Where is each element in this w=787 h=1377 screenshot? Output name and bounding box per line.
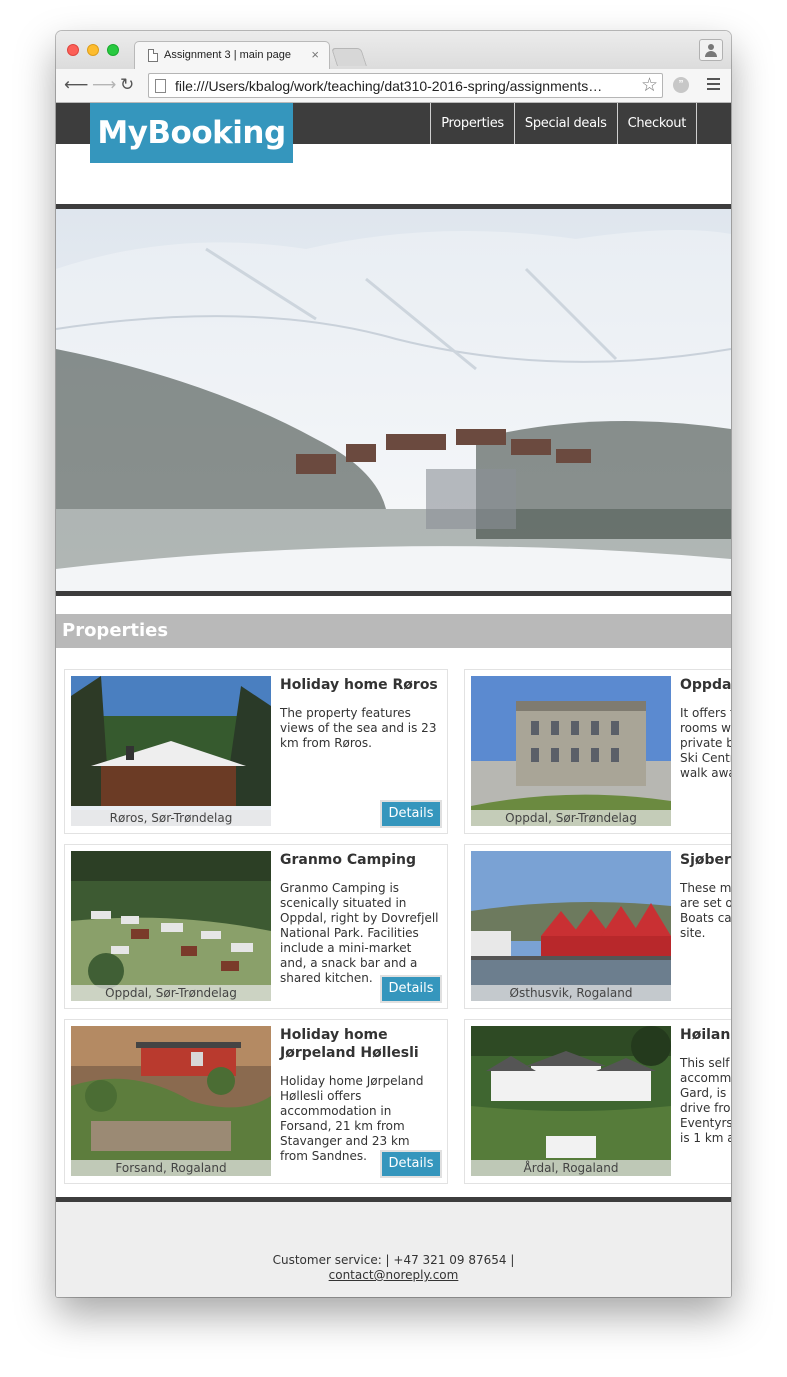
close-window-button[interactable] bbox=[67, 44, 79, 56]
property-image: Østhusvik, Rogaland bbox=[471, 851, 671, 1001]
title-bar: Assignment 3 | main page × bbox=[56, 31, 731, 69]
property-image: Oppdal, Sør-Trøndelag bbox=[71, 851, 271, 1001]
menu-icon[interactable] bbox=[707, 78, 720, 91]
site-header: MyBooking Properties Special deals Check… bbox=[56, 103, 731, 163]
details-button[interactable]: Details bbox=[380, 975, 442, 1003]
property-image: Røros, Sør-Trøndelag bbox=[71, 676, 271, 826]
url-text[interactable]: file:///Users/kbalog/work/teaching/dat31… bbox=[175, 78, 635, 94]
property-image: Oppdal, Sør-Trøndelag bbox=[471, 676, 671, 826]
property-description: These m are set o Boats ca site. bbox=[680, 881, 731, 940]
property-name[interactable]: Sjøberg bbox=[680, 851, 731, 869]
property-name[interactable]: Granmo Camping bbox=[280, 851, 440, 869]
page-icon bbox=[155, 79, 166, 93]
document-icon bbox=[148, 49, 158, 62]
property-image: Årdal, Rogaland bbox=[471, 1026, 671, 1176]
property-card[interactable]: Oppdal, Sør-Trøndelag Oppda It offers f … bbox=[464, 669, 731, 834]
contact-email-link[interactable]: contact@noreply.com bbox=[56, 1268, 731, 1282]
back-arrow-icon[interactable]: ⟵ bbox=[64, 75, 88, 95]
property-location: Østhusvik, Rogaland bbox=[471, 985, 671, 1001]
address-bar[interactable]: file:///Users/kbalog/work/teaching/dat31… bbox=[148, 73, 663, 98]
property-description: The property features views of the sea a… bbox=[280, 706, 437, 750]
close-tab-icon[interactable]: × bbox=[311, 47, 319, 62]
property-name[interactable]: Oppda bbox=[680, 676, 731, 694]
property-location: Røros, Sør-Trøndelag bbox=[71, 810, 271, 826]
forward-arrow-icon[interactable]: ⟶ bbox=[92, 75, 116, 95]
top-navigation: Properties Special deals Checkout bbox=[430, 103, 697, 144]
nav-checkout[interactable]: Checkout bbox=[618, 103, 697, 144]
property-card[interactable]: Oppdal, Sør-Trøndelag Granmo Camping Gra… bbox=[64, 844, 448, 1009]
zoom-window-button[interactable] bbox=[107, 44, 119, 56]
property-description: Granmo Camping is scenically situated in… bbox=[280, 881, 439, 985]
browser-tab[interactable]: Assignment 3 | main page × bbox=[134, 41, 330, 69]
customer-service-text: Customer service: | +47 321 09 87654 | bbox=[272, 1253, 515, 1267]
extension-icon[interactable]: ” bbox=[673, 77, 689, 93]
browser-toolbar: ⟵ ⟶ ↻ file:///Users/kbalog/work/teaching… bbox=[56, 69, 731, 103]
bookmark-star-icon[interactable]: ☆ bbox=[641, 74, 658, 97]
property-location: Forsand, Rogaland bbox=[71, 1160, 271, 1176]
property-card[interactable]: Årdal, Rogaland Høiland This self accomm… bbox=[464, 1019, 731, 1184]
property-card[interactable]: Røros, Sør-Trøndelag Holiday home Røros … bbox=[64, 669, 448, 834]
property-description: This self accomm Gard, is l drive fro Ev… bbox=[680, 1056, 731, 1145]
property-image: Forsand, Rogaland bbox=[71, 1026, 271, 1176]
property-location: Oppdal, Sør-Trøndelag bbox=[471, 810, 671, 826]
property-location: Årdal, Rogaland bbox=[471, 1160, 671, 1176]
new-tab-button[interactable] bbox=[331, 48, 367, 66]
details-button[interactable]: Details bbox=[380, 800, 442, 828]
page-viewport: MyBooking Properties Special deals Check… bbox=[56, 103, 731, 1297]
property-location: Oppdal, Sør-Trøndelag bbox=[71, 985, 271, 1001]
reload-icon[interactable]: ↻ bbox=[120, 75, 134, 95]
browser-window: Assignment 3 | main page × ⟵ ⟶ ↻ file://… bbox=[56, 31, 731, 1297]
site-logo[interactable]: MyBooking bbox=[90, 103, 293, 163]
minimize-window-button[interactable] bbox=[87, 44, 99, 56]
property-name[interactable]: Høiland bbox=[680, 1026, 731, 1044]
details-button[interactable]: Details bbox=[380, 1150, 442, 1178]
profile-icon[interactable] bbox=[699, 39, 723, 61]
section-title: Properties bbox=[56, 614, 731, 648]
tab-title: Assignment 3 | main page bbox=[164, 49, 291, 61]
nav-properties[interactable]: Properties bbox=[431, 103, 515, 144]
property-card[interactable]: Østhusvik, Rogaland Sjøberg These m are … bbox=[464, 844, 731, 1009]
property-card[interactable]: Forsand, Rogaland Holiday home Jørpeland… bbox=[64, 1019, 448, 1184]
property-description: It offers f rooms w private b Ski Centr … bbox=[680, 706, 731, 780]
property-name[interactable]: Holiday home Jørpeland Høllesli bbox=[280, 1026, 440, 1062]
site-footer: Customer service: | +47 321 09 87654 | c… bbox=[56, 1197, 731, 1297]
hero-image bbox=[56, 204, 731, 596]
property-name[interactable]: Holiday home Røros bbox=[280, 676, 440, 694]
nav-special-deals[interactable]: Special deals bbox=[515, 103, 618, 144]
